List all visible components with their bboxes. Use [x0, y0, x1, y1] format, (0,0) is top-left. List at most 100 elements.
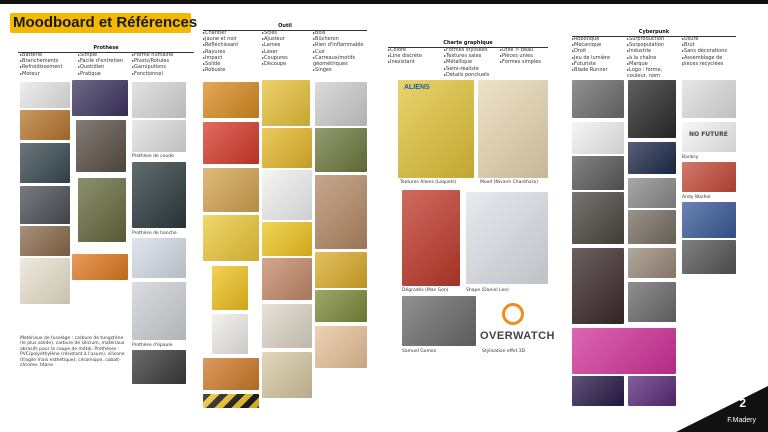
- jigsaw-image: [262, 128, 312, 168]
- materials-note: Matériaux de fuselage : carbure de tungs…: [20, 336, 125, 369]
- charte-list-1: Colore Line discrète Inexistant: [388, 47, 422, 66]
- prothese-list-3: Forme humaine Pivots/Rotules Garnipution…: [132, 52, 173, 77]
- list-item: Moteur: [20, 71, 62, 77]
- list-item: Carreaux/motifs géométriques: [313, 55, 369, 67]
- list-item: Jeu de lumière: [572, 55, 610, 61]
- caption-elbow: Prothèse de coude: [132, 154, 174, 159]
- list-item: Réfléchissant: [203, 42, 238, 48]
- cut-glove-image: [315, 82, 367, 126]
- sketch-mech-image: [402, 296, 476, 346]
- list-item: Détails ponctuels: [444, 72, 489, 78]
- aliens-loader-image: ALIENS: [398, 80, 474, 178]
- caption-shoulder: Prothèse d'épaule: [132, 343, 173, 348]
- socket-image: [572, 192, 624, 244]
- cyberpunk-list-1: Robotique Mécanique Droit Jeu de lumière…: [572, 36, 610, 73]
- top-band: [0, 0, 768, 4]
- page-number: 2: [739, 396, 746, 410]
- outlet-image: [76, 120, 126, 172]
- list-item: Refroidissement: [20, 64, 62, 70]
- outil-list-1: Chantier Jaune et noir Réfléchissant Ray…: [203, 30, 238, 73]
- crowd-image: [628, 248, 676, 278]
- assembly-image: [628, 178, 676, 208]
- cyberpunk-list-2: Surproduction Surpopulation Industrie à …: [627, 36, 679, 79]
- hazard-stripes-image: [203, 394, 259, 408]
- caption-samuel: Samuel Gomez: [402, 349, 437, 354]
- battery-image: [20, 186, 70, 224]
- danger-sign-image: [212, 266, 248, 310]
- prothese-list-1: Batterie Branchements Refroidissement Mo…: [20, 52, 62, 77]
- caption-aliens: Textures Aliens (Loquets): [400, 180, 457, 185]
- crane-image: [203, 215, 259, 261]
- motor-image: [20, 110, 70, 140]
- warhol-cans-image: [682, 162, 736, 192]
- caption-mood: Mood (Nivanh Chanthara): [480, 180, 538, 185]
- caption-stylisation: Stylisation effet 3D: [482, 349, 526, 354]
- lumberjack-image: [315, 128, 367, 172]
- traffic-cones-image: [203, 358, 259, 390]
- warehouse-image: [628, 282, 676, 322]
- yellow-character-image: [466, 192, 548, 284]
- outil-list-2: Scies Ajusteur Lames Laser Coupures Déco…: [262, 30, 288, 67]
- barrier-image: [203, 122, 259, 164]
- caption-warhol: Andy Warhol: [682, 195, 711, 200]
- neon-street-image: [628, 376, 676, 406]
- caption-hip: Prothèse de hanche: [132, 231, 177, 236]
- robotic-arm-image: [72, 80, 128, 116]
- list-item: Assemblage de pièces recyclées: [682, 55, 738, 67]
- exoskeleton-image: [628, 80, 676, 138]
- helmet-image: [262, 222, 312, 256]
- blade-runner-image: [572, 248, 624, 324]
- robot-dog-image: [682, 80, 736, 118]
- jerrycan-image: [78, 178, 126, 242]
- overwatch-logo-text: OVERWATCH: [480, 330, 555, 342]
- cyberpunk-list-3: Usure Brut Sans décorations Assemblage d…: [682, 36, 738, 67]
- caption-degrades: Dégradés (Max Gon): [402, 288, 449, 293]
- loader-image: [315, 290, 367, 322]
- excavator-image: [315, 252, 367, 288]
- striped-post-image: [212, 314, 248, 354]
- list-item: Formes simples: [500, 59, 541, 65]
- scrap-metal-image: [682, 240, 736, 274]
- circuit-board-image: [20, 143, 70, 183]
- corner-decoration: [676, 386, 768, 432]
- list-item: Rien d'inflammable: [313, 42, 369, 48]
- neon-city-image: [572, 376, 624, 406]
- factory-line-image: [572, 156, 624, 190]
- chainsaw-image: [262, 170, 312, 220]
- tech-device-image: [572, 80, 624, 118]
- joint-sketch-image: [20, 258, 70, 304]
- list-item: Inexistant: [388, 59, 422, 65]
- pop-art-image: [682, 202, 736, 238]
- graffiti-text: NO FUTURE: [689, 131, 728, 138]
- robot-arm-blue-image: [132, 238, 186, 278]
- charte-list-2: Formes stylisées Textures sales Métalliq…: [444, 47, 489, 78]
- list-item: Blade Runner: [572, 67, 610, 73]
- page-title: Moodboard et Références: [10, 13, 197, 33]
- hip-xray-image: [132, 162, 186, 228]
- orange-pipe-image: [72, 254, 128, 280]
- hands-tool-image: [262, 258, 312, 300]
- cyberpunk-2077-image: [572, 328, 676, 374]
- no-future-graffiti-image: NO FUTURE: [682, 122, 736, 152]
- red-character-image: [402, 190, 460, 286]
- list-item: Robuste: [203, 67, 238, 73]
- list-item: Logo : forme, couleur, nom: [627, 67, 679, 79]
- neon-hall-image: [628, 142, 676, 174]
- author-name: F.Madery: [727, 417, 756, 424]
- aliens-logo-text: ALIENS: [404, 84, 430, 91]
- mechanical-hand-image: [20, 226, 70, 256]
- yellow-tool-image: [262, 80, 310, 126]
- trailer-image: [203, 82, 259, 118]
- arm-muscle-image: [315, 326, 367, 368]
- overwatch-logo-icon: [502, 303, 524, 325]
- charte-list-3: Utile > beau Pièces unies Formes simples: [500, 47, 541, 66]
- workshop-image: [628, 210, 676, 244]
- prosthesis-diagram-image: [20, 82, 70, 108]
- mech-suit-image: [478, 80, 548, 178]
- list-item: Fonctionnel: [132, 71, 173, 77]
- list-item: Pratique: [78, 71, 123, 77]
- axe-image: [315, 175, 367, 249]
- hedge-trimmer-image: [262, 304, 312, 348]
- wooden-frame-image: [203, 168, 259, 212]
- outil-list-3: Bois Bûcheron Rien d'inflammable Cuir Ca…: [313, 30, 369, 73]
